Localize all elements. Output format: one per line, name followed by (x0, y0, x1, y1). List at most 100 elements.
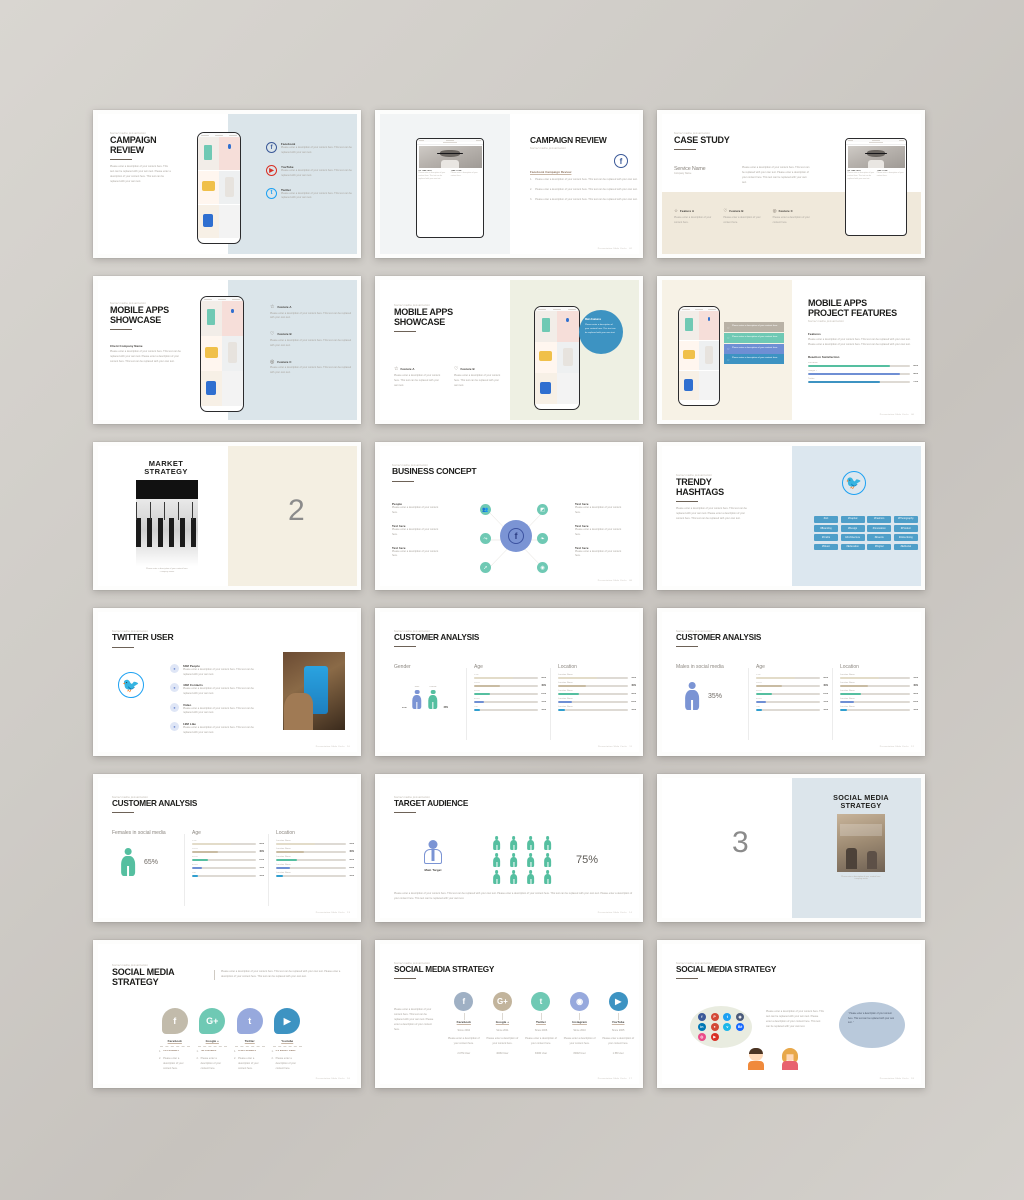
slide-10[interactable]: Social media presentation TWITTER USER 🐦… (93, 608, 361, 756)
youtube-icon[interactable]: ▶ (710, 1033, 719, 1041)
slide-07[interactable]: MARKET STRATEGY Please enter a descriptio… (93, 442, 361, 590)
twitter-icon[interactable]: t (236, 1008, 263, 1034)
instagram-icon[interactable]: ◉ (570, 992, 590, 1011)
youtube-icon[interactable]: ▶ (608, 992, 628, 1011)
google-plus-icon[interactable]: G+ (199, 1008, 226, 1034)
hashtag-chip[interactable]: #Editorial (893, 543, 918, 551)
flickr-icon[interactable]: ● (710, 1023, 719, 1031)
bar-value: 15% (259, 867, 264, 870)
bar-label: 1-18 (756, 674, 761, 676)
audience-icon (543, 853, 552, 867)
youtube-icon[interactable]: ▶ (266, 164, 277, 176)
hashtag-chip[interactable]: #Product (893, 525, 918, 532)
hashtag-chip[interactable]: #Art (814, 516, 839, 523)
facebook-icon[interactable]: f (266, 142, 277, 153)
phone-thumbnail (535, 342, 557, 373)
hashtag-chip[interactable]: #Innovation (867, 525, 892, 532)
bar-value: 30% (631, 693, 636, 696)
spoke-node-right[interactable]: ❧ (537, 533, 548, 544)
bar-row: 19-29 40% (192, 848, 264, 854)
bar-track (474, 676, 539, 680)
instagram-icon[interactable]: ◉ (736, 1013, 745, 1021)
spoke-node-left[interactable]: ⤳ (480, 533, 491, 544)
slide-03[interactable]: Social media presentation CASE STUDY Ser… (657, 110, 925, 258)
platform-desc: Please enter a description of your conte… (563, 1036, 596, 1045)
hashtag-chip[interactable]: #Advertising (893, 534, 918, 542)
bar-row: +50 10% (192, 872, 264, 878)
hashtag-chip[interactable]: #Crafts (814, 534, 839, 542)
slide-13[interactable]: Social media presentation CUSTOMER ANALY… (93, 774, 361, 922)
twitter-icon[interactable]: 🐦 (842, 471, 866, 495)
hashtag-chip[interactable]: #Design (840, 525, 865, 532)
slide-01[interactable]: Social media presentation CAMPAIGN REVIEW … (93, 110, 361, 258)
chart-title: Reaction Satisfaction (808, 354, 840, 359)
bar-track (558, 676, 629, 680)
bar-value: 30% (913, 693, 918, 696)
hashtag-chip[interactable]: #Events (867, 534, 892, 542)
twitter-icon[interactable]: t (531, 992, 551, 1011)
slide-06[interactable]: ◌ Please enter a description of your con… (657, 276, 925, 424)
spoke-node-left[interactable]: 👥 (480, 504, 491, 515)
main-target-icon (424, 840, 442, 866)
bar-value: 15% (823, 701, 828, 704)
hub-node[interactable]: f (500, 520, 532, 552)
column-heading-gender: Females in social media (112, 830, 166, 836)
google-plus-icon[interactable]: G+ (492, 992, 512, 1011)
slide-footer: Presentation Slide Circle 10 (315, 746, 350, 748)
hashtag-chip[interactable]: #Education (840, 543, 865, 551)
hashtag-chip[interactable]: #Photography (893, 516, 918, 523)
social-item[interactable]: f Facebook Please enter a description of… (266, 142, 352, 156)
phone-thumbnail (557, 342, 579, 373)
slide-09[interactable]: Social media presentation TRENDY HASHTAGS … (657, 442, 925, 590)
slide-15[interactable]: 3 SOCIAL MEDIA STRATEGY Please enter a de… (657, 774, 925, 922)
youtube-icon[interactable]: ▶ (274, 1008, 301, 1034)
bar-label: Location Name (276, 840, 291, 842)
facebook-icon[interactable]: f (454, 992, 474, 1011)
slide-body-text: Please enter a description of your conte… (766, 1010, 824, 1028)
title-rule (110, 159, 132, 161)
behance-icon[interactable]: Bē (736, 1023, 745, 1031)
feature-label: Feature B (729, 209, 744, 213)
bullet: 1. (271, 1050, 274, 1053)
slide-05[interactable]: Social media presentation MOBILE APPS SHOW… (375, 276, 643, 424)
platform-columns: f Facebook Since 2004 Please enter a des… (446, 992, 636, 1057)
spoke-node-left[interactable]: ➚ (480, 562, 491, 573)
vimeo-icon[interactable]: v (723, 1023, 732, 1031)
facebook-icon[interactable]: f (161, 1008, 188, 1034)
social-item[interactable]: t Twitter Please enter a description of … (266, 187, 352, 202)
facebook-icon[interactable]: f (697, 1013, 706, 1021)
facebook-icon[interactable]: f (614, 154, 628, 169)
hashtag-chip[interactable]: #Fashion (867, 516, 892, 523)
slide-14[interactable]: Social media presentation TARGET AUDIENC… (375, 774, 643, 922)
bar-label: Google + (808, 369, 817, 372)
feature-bubble: Main Features Please enter a description… (579, 310, 623, 354)
twitter-icon[interactable]: 🐦 (118, 672, 144, 698)
slide-16[interactable]: Social media presentation SOCIAL MEDIA STR… (93, 940, 361, 1088)
dribbble-icon[interactable]: ◎ (697, 1033, 706, 1041)
spoke-node-right[interactable]: ◉ (537, 562, 548, 573)
linkedin-icon[interactable]: in (697, 1023, 706, 1031)
twitter-icon[interactable]: t (266, 187, 277, 199)
slide-12[interactable]: Social media presentation CUSTOMER ANALY… (657, 608, 925, 756)
gender-value-female: 45% (443, 706, 449, 709)
bullet: 2. (196, 1056, 199, 1060)
hashtag-chip[interactable]: #Architecture (840, 534, 865, 542)
slide-17[interactable]: Social media presentation SOCIAL MEDIA S… (375, 940, 643, 1088)
slide-11[interactable]: Social media presentation CUSTOMER ANALY… (375, 608, 643, 756)
company-name: Company Name (674, 172, 692, 175)
spoke-node-right[interactable]: ◩ (537, 504, 548, 515)
social-item[interactable]: ▶ YouTube Please enter a description of … (266, 164, 352, 179)
hashtag-chip[interactable]: #Capital (840, 516, 865, 523)
slide-08[interactable]: Social media presentation BUSINESS CONCE… (375, 442, 643, 590)
hashtag-chip[interactable]: #Digital (867, 543, 892, 551)
twitter-icon[interactable]: t (723, 1013, 732, 1021)
slide-04[interactable]: Social media presentation MOBILE APPS SHOW… (93, 276, 361, 424)
slide-02[interactable]: OF THIS TEXT Please enter a description … (375, 110, 643, 258)
slide-18[interactable]: Social media presentation SOCIAL MEDIA S… (657, 940, 925, 1088)
bar-value: 80% (913, 365, 918, 368)
hashtag-chip[interactable]: #Music (814, 543, 839, 551)
phone-mockup (534, 306, 580, 410)
female-icon (428, 689, 439, 709)
hashtag-chip[interactable]: #Branding (814, 525, 839, 532)
pinterest-icon[interactable]: P (710, 1013, 719, 1021)
